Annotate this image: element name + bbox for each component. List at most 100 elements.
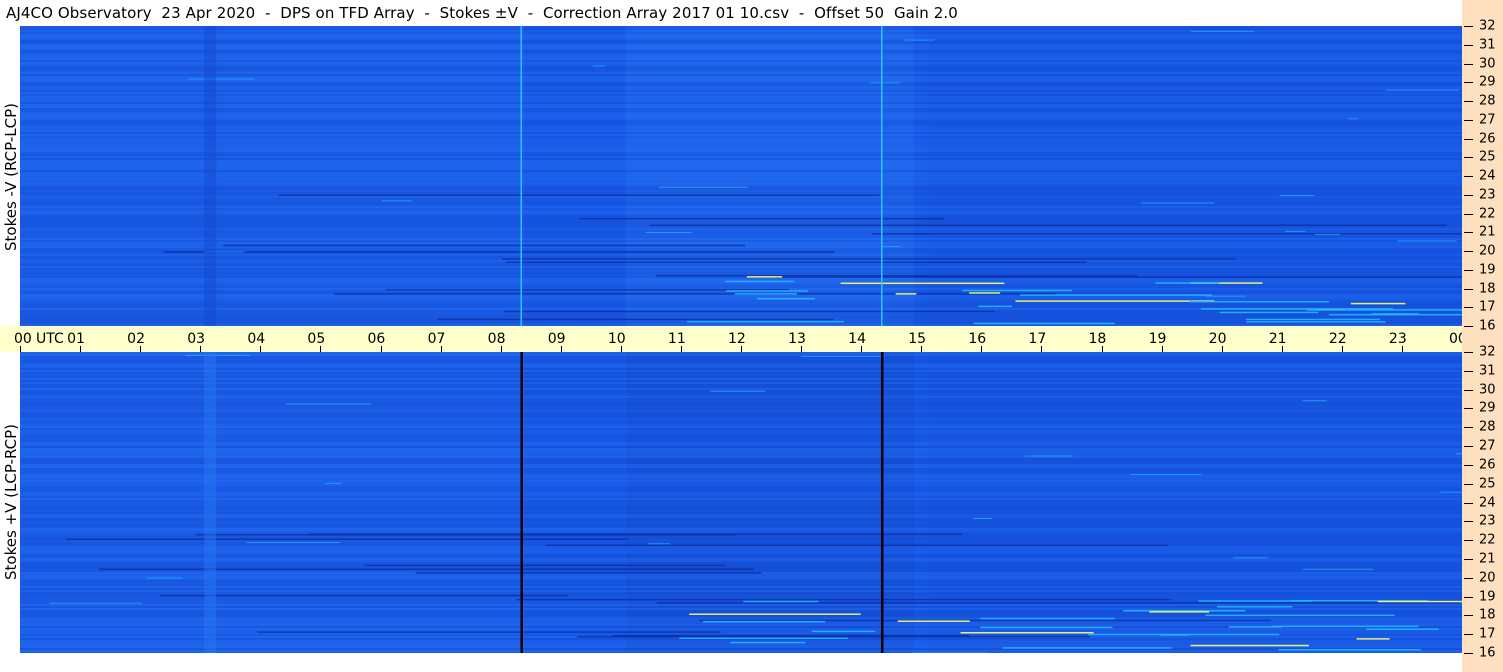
frequency-tick xyxy=(1464,157,1473,159)
spectrogram-row xyxy=(20,70,1462,72)
frequency-label: 17 xyxy=(1479,299,1496,315)
spectrogram-row xyxy=(20,216,1462,218)
spectrogram-row xyxy=(20,124,1462,126)
spectrogram-row xyxy=(20,264,1462,266)
spectrogram-row xyxy=(20,122,1462,124)
frequency-tick xyxy=(1464,288,1473,290)
spectrogram-row xyxy=(20,270,1462,272)
frequency-tick xyxy=(1464,251,1473,252)
frequency-label: 20 xyxy=(1479,243,1496,259)
spectrogram-row xyxy=(20,364,1462,366)
frequency-label: 22 xyxy=(1479,532,1496,548)
frequency-tick xyxy=(1464,44,1473,46)
spectrogram-row xyxy=(20,530,1462,532)
spectrogram-row xyxy=(20,108,1462,110)
spectrogram-row xyxy=(20,82,1462,84)
spectrogram-streak xyxy=(1189,300,1330,303)
frequency-label: 24 xyxy=(1479,168,1496,184)
spectrogram-streak xyxy=(962,289,1072,292)
frequency-tick xyxy=(1464,483,1473,485)
spectrogram-streak xyxy=(746,276,783,278)
spectrogram-row xyxy=(20,628,1462,630)
spectrogram-dark-line xyxy=(503,310,995,313)
spectrogram-streak xyxy=(1371,313,1419,315)
spectrogram-row xyxy=(20,458,1462,460)
frequency-tick xyxy=(1464,352,1473,353)
spectrogram-row xyxy=(20,438,1462,440)
frequency-label: 19 xyxy=(1479,589,1496,605)
time-axis-label: 02 xyxy=(127,331,145,347)
spectrogram-dark-line xyxy=(163,251,835,253)
spectrogram-streak xyxy=(1246,321,1386,323)
spectrogram-row xyxy=(20,370,1462,372)
spectrogram-row xyxy=(20,552,1462,554)
spectrogram-row xyxy=(20,138,1462,140)
spectrogram-streak xyxy=(973,322,1115,325)
spectrogram-row xyxy=(20,38,1462,40)
spectrogram-row xyxy=(20,48,1462,50)
frequency-tick xyxy=(1464,634,1473,636)
time-axis-label: 11 xyxy=(667,331,686,347)
spectrogram-streak xyxy=(801,355,885,357)
spectrogram-streak xyxy=(324,482,341,484)
spectrogram-row xyxy=(20,514,1462,516)
spectrogram-bottom-svg xyxy=(20,352,1462,653)
spectrogram-row xyxy=(20,478,1462,480)
spectrogram-row xyxy=(20,648,1462,650)
spectrogram-row xyxy=(20,116,1462,118)
spectrogram-row xyxy=(20,306,1462,308)
spectrogram-dark-line xyxy=(657,602,1460,604)
spectrogram-row xyxy=(20,136,1462,138)
spectrogram-row xyxy=(20,240,1462,242)
frequency-label: 16 xyxy=(1479,318,1496,334)
frequency-label: 18 xyxy=(1479,281,1496,296)
frequency-tick xyxy=(1464,326,1473,327)
time-axis-label: 03 xyxy=(187,331,206,347)
spectrogram-streak xyxy=(980,626,1113,629)
spectrogram-row xyxy=(20,180,1462,182)
spectrogram-row xyxy=(20,640,1462,642)
spectrogram-dark-line xyxy=(872,233,1462,235)
spectrogram-row xyxy=(20,484,1462,486)
spectrogram-streak xyxy=(1020,294,1213,296)
spectrogram-row xyxy=(20,120,1462,122)
spectrogram-row xyxy=(20,56,1462,58)
spectrogram-row xyxy=(20,188,1462,190)
frequency-label: 19 xyxy=(1479,262,1496,278)
spectrogram-row xyxy=(20,72,1462,74)
spectrogram-row xyxy=(20,570,1462,572)
spectrogram-row xyxy=(20,94,1462,96)
spectrogram-row xyxy=(20,402,1462,404)
spectrogram-row xyxy=(20,170,1462,172)
spectrogram-streak xyxy=(285,403,372,405)
spectrogram-row xyxy=(20,512,1462,514)
spectrogram-row xyxy=(20,516,1462,518)
spectrogram-row xyxy=(20,434,1462,436)
spectrogram-streak xyxy=(734,293,797,295)
spectrogram-row xyxy=(20,114,1462,116)
spectrogram-row xyxy=(20,266,1462,268)
spectrogram-row xyxy=(20,430,1462,432)
frequency-label: 23 xyxy=(1479,187,1496,203)
spectrogram-streak xyxy=(840,282,1005,285)
spectrogram-row xyxy=(20,624,1462,626)
spectrogram-streak xyxy=(1386,89,1460,91)
spectrogram-row xyxy=(20,184,1462,186)
spectrogram-dark-line xyxy=(649,224,1447,227)
spectrogram-dark-line xyxy=(159,594,569,597)
spectrogram-row xyxy=(20,426,1462,428)
spectrogram-row xyxy=(20,374,1462,376)
frequency-label: 23 xyxy=(1479,513,1496,529)
spectrogram-row xyxy=(20,356,1462,358)
spectrogram-row xyxy=(20,476,1462,478)
spectrogram-row xyxy=(20,440,1462,442)
spectrogram-row xyxy=(20,268,1462,270)
spectrogram-streak xyxy=(1190,644,1309,647)
spectrogram-row xyxy=(20,192,1462,194)
frequency-label: 27 xyxy=(1479,112,1496,128)
spectrogram-row xyxy=(20,160,1462,162)
spectrogram-row xyxy=(20,182,1462,184)
spectrogram-row xyxy=(20,42,1462,44)
frequency-label: 26 xyxy=(1479,457,1496,473)
spectrogram-streak xyxy=(1279,195,1315,197)
